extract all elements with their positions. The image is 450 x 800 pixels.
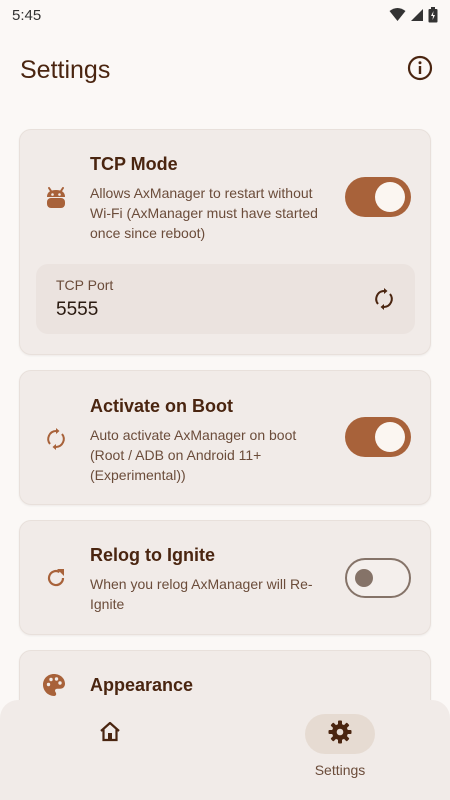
tcp-mode-card: TCP Mode Allows AxManager to restart wit… [19,129,431,355]
relog-to-ignite-switch[interactable] [345,558,411,598]
appearance-text: Appearance [90,675,330,696]
status-bar: 5:45 [0,0,450,34]
home-icon [98,720,122,749]
activate-on-boot-description: Auto activate AxManager on boot (Root / … [90,427,297,483]
tcp-port-label: TCP Port [56,277,114,293]
gear-icon [327,719,353,750]
tcp-port-field[interactable]: TCP Port 5555 [36,264,415,334]
activate-on-boot-title: Activate on Boot [90,396,234,416]
info-icon [407,55,433,86]
status-icons [389,7,438,23]
app-bar: Settings [0,48,450,92]
switch-knob [375,422,405,452]
switch-knob [375,182,405,212]
android-icon [42,184,70,212]
nav-label-settings: Settings [314,762,366,778]
tcp-mode-description: Allows AxManager to restart without Wi-F… [90,185,318,241]
bottom-navigation: Settings [0,700,450,800]
refresh-icon [42,564,70,592]
sync-icon [42,425,70,453]
page-title: Settings [20,55,111,84]
tcp-mode-text: TCP Mode Allows AxManager to restart wit… [90,154,330,243]
nav-item-settings[interactable]: Settings [285,714,405,784]
palette-icon [40,671,68,699]
reset-icon[interactable] [371,286,397,312]
switch-knob [355,569,373,587]
relog-to-ignite-description: When you relog AxManager will Re-Ignite [90,576,313,612]
activate-on-boot-switch[interactable] [345,417,411,457]
wifi-icon [389,8,406,22]
battery-icon [428,7,438,23]
nav-item-home[interactable] [55,714,175,784]
tcp-mode-title: TCP Mode [90,154,178,174]
appearance-title: Appearance [90,675,194,695]
activate-on-boot-text: Activate on Boot Auto activate AxManager… [90,396,330,485]
tcp-mode-switch[interactable] [345,177,411,217]
tcp-port-value: 5555 [56,299,99,320]
activate-on-boot-card: Activate on Boot Auto activate AxManager… [19,370,431,505]
relog-to-ignite-title: Relog to Ignite [90,545,215,565]
cell-signal-icon [410,8,424,22]
nav-pill-home [75,714,145,754]
nav-pill-settings [305,714,375,754]
relog-to-ignite-card: Relog to Ignite When you relog AxManager… [19,520,431,635]
relog-to-ignite-text: Relog to Ignite When you relog AxManager… [90,545,330,614]
info-button[interactable] [400,50,440,90]
status-time: 5:45 [12,6,42,24]
